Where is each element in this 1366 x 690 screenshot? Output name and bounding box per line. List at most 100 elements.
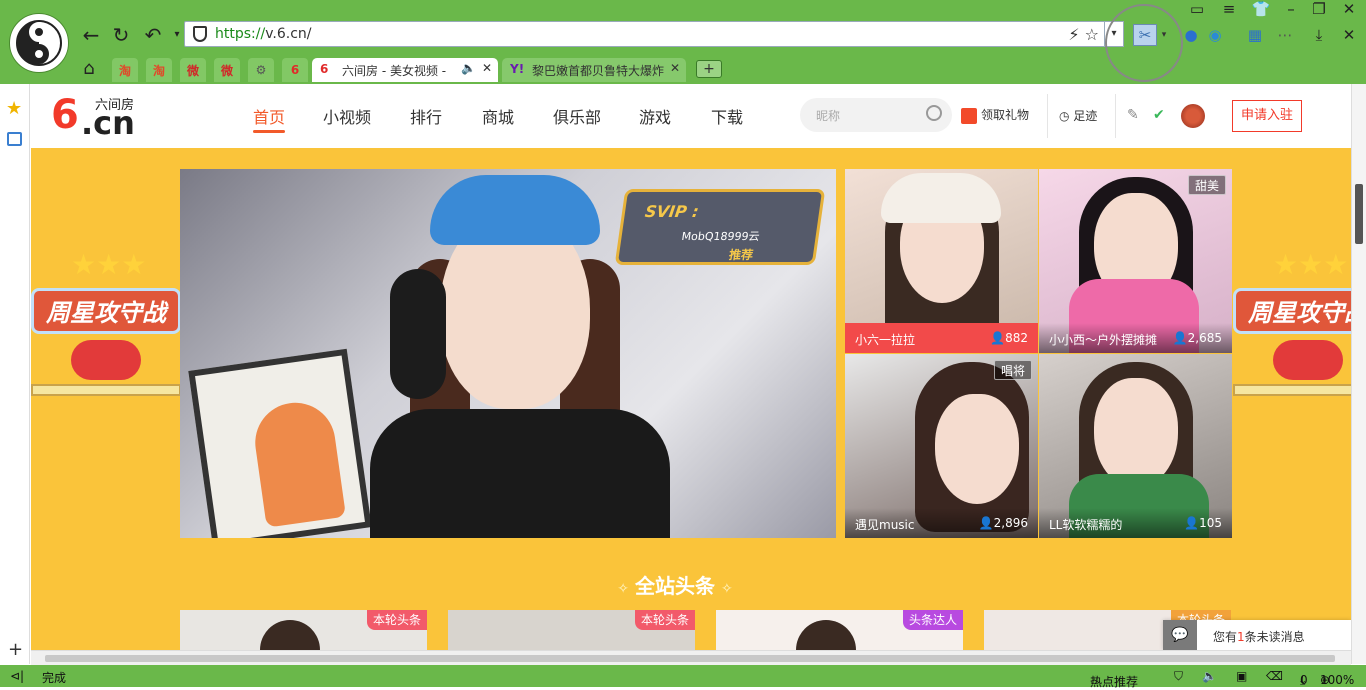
browser-toolbar: ← ↻ ↶ ▾ https://v.6.cn/ ⚡ ☆ ▾ ✂ ▾ ▭ ≡ 👕 … (0, 0, 1366, 84)
left-ad-banner[interactable]: ★★★ 周星攻守战 (31, 248, 181, 418)
menu-icon[interactable]: ≡ (1218, 0, 1240, 18)
shield-status-icon[interactable]: ⛉ (1174, 669, 1183, 684)
nav-club[interactable]: 俱乐部 (553, 104, 601, 128)
url-text[interactable]: https://v.6.cn/ (215, 26, 311, 42)
boxing-gloves-icon (71, 340, 141, 380)
tab-favicon-yahoo: Y! (510, 62, 525, 76)
nav-ranking[interactable]: 排行 (410, 104, 442, 128)
tab-pinned-settings[interactable]: ⚙ (248, 58, 274, 82)
new-tab-button[interactable]: + (696, 60, 722, 78)
unread-message-popup[interactable]: 💬 您有1条未读消息 (1163, 620, 1351, 650)
browser-sidebar: ★ + (0, 84, 30, 664)
site-logo[interactable]: 6 .cn 六间房 (51, 92, 151, 142)
tab-close-icon[interactable]: ✕ (670, 61, 680, 75)
close-window-icon[interactable]: ✕ (1338, 0, 1360, 18)
calculator-icon[interactable]: ▦ (1244, 26, 1266, 44)
tab-6cn[interactable]: 6 六间房 - 美女视频 - 🔈 ✕ (312, 58, 498, 82)
tab-pinned-weibo-1[interactable]: 微 (180, 58, 206, 82)
yinyang-icon (16, 20, 62, 66)
site-header: 6 .cn 六间房 首页 小视频 排行 商城 俱乐部 游戏 下载 昵称 领取礼物… (31, 84, 1351, 148)
toolbox-icon[interactable]: ▣ (1236, 669, 1247, 683)
clock-icon: ◷ (1059, 109, 1074, 123)
user-icon: 👤 (978, 516, 994, 530)
status-text: 完成 (42, 671, 67, 685)
hero-live-stream[interactable]: SVIP : MobQ18999云 推荐 (180, 169, 836, 538)
nav-games[interactable]: 游戏 (639, 104, 671, 128)
headline-card[interactable]: 本轮头条 (448, 610, 695, 650)
security-shield-icon (193, 26, 207, 42)
nav-mall[interactable]: 商城 (482, 104, 514, 128)
sidebar-toggle-icon[interactable]: ▭ (1186, 0, 1208, 18)
chat-bubble-icon: 💬 (1163, 620, 1197, 650)
restore-icon[interactable]: ❐ (1308, 0, 1330, 18)
volume-icon[interactable]: 🔈 (1202, 669, 1217, 683)
favorites-star-icon[interactable]: ★ (6, 98, 22, 119)
tab-pinned-weibo-2[interactable]: 微 (214, 58, 240, 82)
microphone-icon (390, 269, 446, 399)
tab-pinned-taobao-2[interactable]: 淘 (146, 58, 172, 82)
room-card[interactable]: 小六一拉拉 👤882 (845, 169, 1038, 353)
headline-card[interactable]: 本轮头条 (180, 610, 427, 650)
nav-short-video[interactable]: 小视频 (323, 104, 371, 128)
horizontal-scrollbar[interactable] (31, 650, 1351, 665)
tab-close-icon[interactable]: ✕ (482, 61, 492, 75)
room-tag: 甜美 (1187, 175, 1226, 195)
vertical-scrollbar[interactable] (1351, 84, 1366, 664)
status-bar: ⊲| 完成 ♨ 热点推荐 ⛉ 🔈 ▣ ⌫ ⤓ 0 ⊕ 100% (0, 665, 1366, 689)
clean-icon[interactable]: ⌫ (1266, 669, 1283, 683)
search-icon[interactable] (926, 105, 942, 121)
gift-link[interactable]: 领取礼物 (961, 106, 1029, 124)
annotation-circle (1105, 4, 1183, 82)
room-card[interactable]: 甜美 小小西～户外摆摊摊 👤2,685 (1039, 169, 1232, 353)
window-icon[interactable] (7, 132, 22, 146)
avatar[interactable] (1181, 104, 1205, 128)
download-icon[interactable]: ⤓ (1308, 26, 1330, 44)
nav-home[interactable]: 首页 (253, 104, 285, 128)
gift-icon (961, 107, 977, 124)
room-tag: 唱将 (993, 360, 1032, 380)
tab-audio-icon[interactable]: 🔈 (461, 61, 476, 75)
more-icon[interactable]: ⋯ (1274, 26, 1296, 44)
sidebar-collapse-icon[interactable]: ⊲| (10, 669, 24, 683)
edit-icon[interactable]: ✎ (1127, 107, 1139, 123)
address-bar[interactable]: https://v.6.cn/ ⚡ ☆ (184, 21, 1106, 47)
stars-icon: ★★★ (71, 248, 147, 281)
footprint-link[interactable]: ◷ 足迹 (1059, 107, 1097, 124)
room-card[interactable]: LL软软糯糯的 👤105 (1039, 354, 1232, 538)
refresh-icon[interactable]: ↻ (108, 22, 134, 48)
tab-pinned-6cn[interactable]: 6 (282, 58, 308, 82)
divider (1047, 94, 1048, 138)
headline-card[interactable]: 头条达人 (716, 610, 963, 650)
add-sidebar-icon[interactable]: + (8, 639, 23, 660)
undo-icon[interactable]: ↶ (140, 22, 166, 48)
close-sidebar-icon[interactable]: ✕ (1338, 26, 1360, 44)
right-ad-banner[interactable]: ★★★ 周星攻守战 (1233, 248, 1351, 418)
sparkle-icon: ✧ (721, 581, 733, 597)
nav-download[interactable]: 下载 (711, 104, 743, 128)
home-icon[interactable]: ⌂ (76, 56, 102, 82)
apply-button[interactable]: 申请入驻 (1232, 100, 1302, 132)
back-icon[interactable]: ← (78, 22, 104, 48)
check-icon[interactable]: ✔ (1153, 107, 1165, 123)
user-icon: 👤 (1184, 516, 1200, 530)
tab-yahoo[interactable]: Y! 黎巴嫩首都贝鲁特大爆炸 ✕ (502, 58, 686, 82)
stars-icon: ★★★ (1273, 248, 1349, 281)
tab-pinned-taobao-1[interactable]: 淘 (112, 58, 138, 82)
minimize-icon[interactable]: – (1280, 0, 1302, 18)
svip-badge[interactable]: SVIP : MobQ18999云 推荐 (614, 189, 826, 265)
tab-favicon-6: 6 (320, 62, 329, 76)
skin-shirt-icon[interactable]: 👕 (1250, 0, 1272, 18)
translate-icon[interactable]: ◉ (1204, 26, 1226, 44)
sparkle-icon: ✧ (617, 581, 629, 597)
search-input[interactable]: 昵称 (800, 98, 952, 132)
extension-icon[interactable]: ● (1180, 26, 1202, 44)
favorite-star-icon[interactable]: ☆ (1085, 25, 1099, 44)
blue-cap (430, 175, 600, 245)
tab-strip: ⌂ 淘 淘 微 微 ⚙ 6 6 六间房 - 美女视频 - 🔈 ✕ Y! 黎巴嫩首… (76, 56, 776, 84)
boxing-gloves-icon (1273, 340, 1343, 380)
browser-logo[interactable] (10, 14, 68, 72)
nav-active-underline (253, 130, 285, 133)
lightning-icon[interactable]: ⚡ (1068, 25, 1079, 44)
user-icon: 👤 (990, 331, 1006, 345)
room-card[interactable]: 唱将 遇见music 👤2,896 (845, 354, 1038, 538)
